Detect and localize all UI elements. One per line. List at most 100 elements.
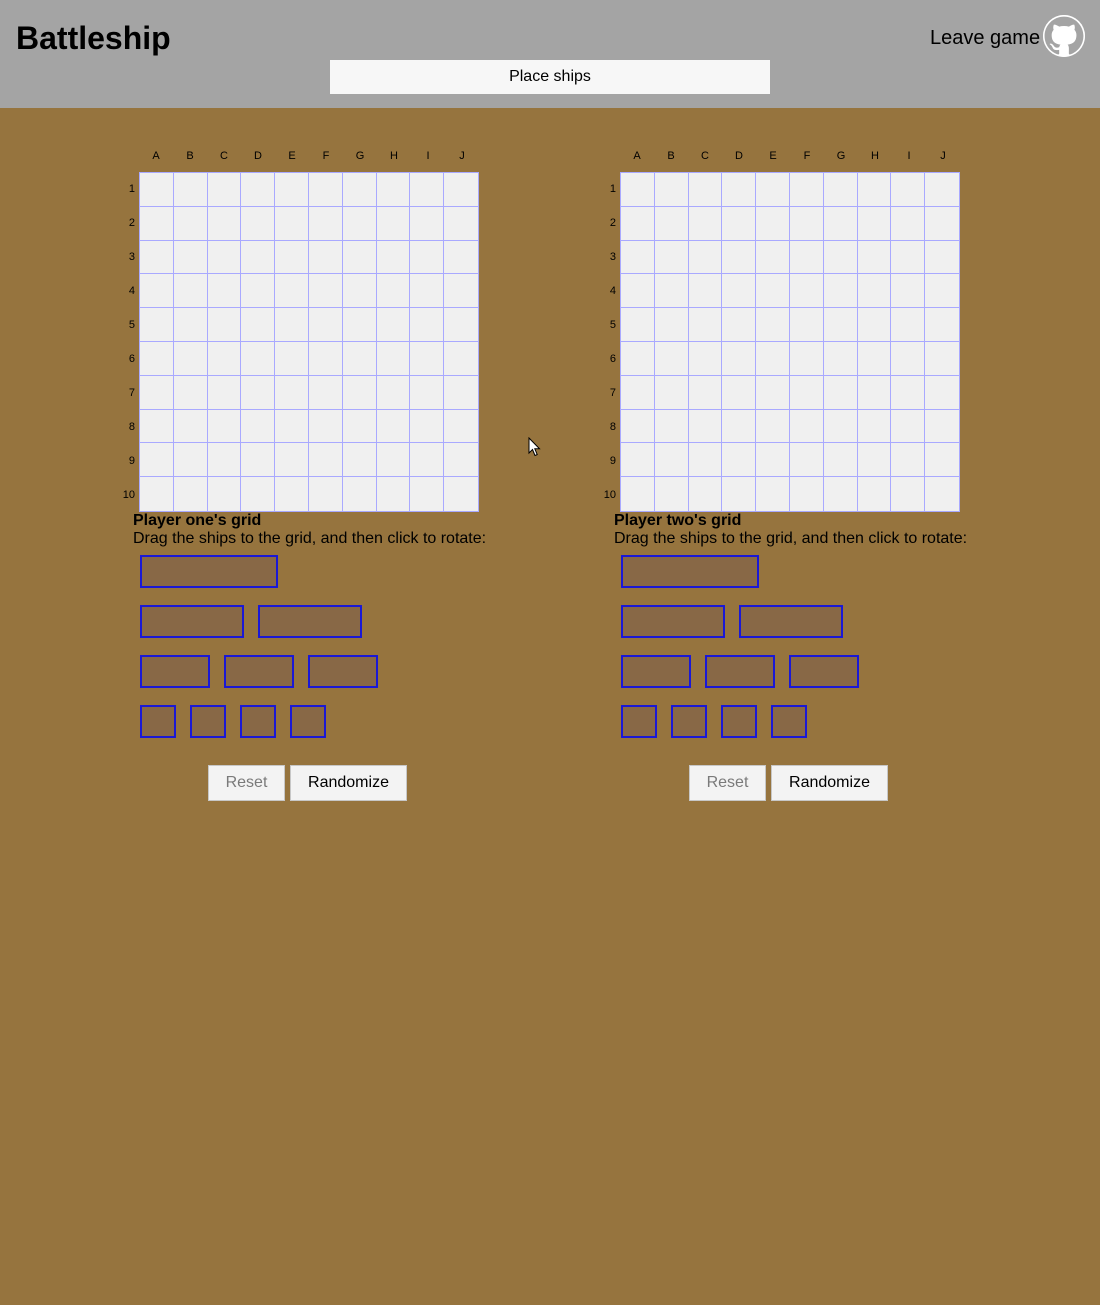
grid-cell[interactable] <box>925 240 959 275</box>
grid-cell[interactable] <box>376 375 411 410</box>
grid-cell[interactable] <box>654 477 689 511</box>
grid-cell[interactable] <box>789 443 824 478</box>
grid-cell[interactable] <box>823 341 858 376</box>
grid-cell[interactable] <box>857 477 892 511</box>
grid-cell[interactable] <box>444 341 478 376</box>
grid-cell[interactable] <box>376 308 411 342</box>
ship-3[interactable] <box>739 605 843 638</box>
grid-cell[interactable] <box>756 375 790 410</box>
grid-cell[interactable] <box>140 206 174 241</box>
grid-cell[interactable] <box>376 274 411 309</box>
grid-cell[interactable] <box>891 477 926 511</box>
grid-cell[interactable] <box>925 206 959 241</box>
ship-1[interactable] <box>140 705 176 738</box>
grid-cell[interactable] <box>823 206 858 241</box>
grid-cell[interactable] <box>173 477 208 511</box>
ship-3[interactable] <box>621 605 725 638</box>
ship-2[interactable] <box>621 655 691 688</box>
ship-1[interactable] <box>621 705 657 738</box>
grid-cell[interactable] <box>654 274 689 309</box>
grid-cell[interactable] <box>173 341 208 376</box>
grid-cell[interactable] <box>275 477 309 511</box>
grid-cell[interactable] <box>444 308 478 342</box>
grid-cell[interactable] <box>722 308 757 342</box>
grid-cell[interactable] <box>925 173 959 207</box>
grid-cell[interactable] <box>823 240 858 275</box>
grid-cell[interactable] <box>376 173 411 207</box>
grid-cell[interactable] <box>410 308 445 342</box>
grid-cell[interactable] <box>688 308 723 342</box>
grid-cell[interactable] <box>756 477 790 511</box>
grid-cell[interactable] <box>654 375 689 410</box>
grid-cell[interactable] <box>756 409 790 444</box>
grid-cell[interactable] <box>173 206 208 241</box>
grid-cell[interactable] <box>789 375 824 410</box>
grid-cell[interactable] <box>241 308 276 342</box>
grid-cell[interactable] <box>444 206 478 241</box>
grid-cell[interactable] <box>891 240 926 275</box>
grid-cell[interactable] <box>410 341 445 376</box>
grid-cell[interactable] <box>621 409 655 444</box>
grid-cell[interactable] <box>410 409 445 444</box>
grid-cell[interactable] <box>925 341 959 376</box>
grid-cell[interactable] <box>140 308 174 342</box>
grid-cell[interactable] <box>789 240 824 275</box>
grid-cell[interactable] <box>342 443 377 478</box>
grid-cell[interactable] <box>376 409 411 444</box>
grid-cell[interactable] <box>275 240 309 275</box>
grid-cell[interactable] <box>688 375 723 410</box>
grid-cell[interactable] <box>444 274 478 309</box>
grid-cell[interactable] <box>654 341 689 376</box>
grid-cell[interactable] <box>891 274 926 309</box>
randomize-button[interactable]: Randomize <box>771 765 888 801</box>
grid-cell[interactable] <box>756 206 790 241</box>
grid-cell[interactable] <box>376 206 411 241</box>
grid-cell[interactable] <box>688 274 723 309</box>
grid-cell[interactable] <box>722 173 757 207</box>
grid-cell[interactable] <box>857 206 892 241</box>
grid-cell[interactable] <box>308 341 343 376</box>
ship-1[interactable] <box>290 705 326 738</box>
grid-cell[interactable] <box>342 274 377 309</box>
grid-cell[interactable] <box>308 173 343 207</box>
grid-cell[interactable] <box>207 375 242 410</box>
grid-cell[interactable] <box>275 206 309 241</box>
ship-1[interactable] <box>190 705 226 738</box>
grid-cell[interactable] <box>410 477 445 511</box>
grid-cell[interactable] <box>722 443 757 478</box>
grid-cell[interactable] <box>756 274 790 309</box>
grid-cell[interactable] <box>925 477 959 511</box>
grid-cell[interactable] <box>823 375 858 410</box>
grid-cell[interactable] <box>342 240 377 275</box>
grid-cell[interactable] <box>925 443 959 478</box>
grid-cell[interactable] <box>241 443 276 478</box>
reset-button[interactable]: Reset <box>689 765 766 801</box>
grid-cell[interactable] <box>241 173 276 207</box>
ship-4[interactable] <box>621 555 759 588</box>
grid-cell[interactable] <box>241 477 276 511</box>
player-two-grid[interactable] <box>620 172 960 512</box>
grid-cell[interactable] <box>789 477 824 511</box>
grid-cell[interactable] <box>342 477 377 511</box>
grid-cell[interactable] <box>275 341 309 376</box>
grid-cell[interactable] <box>925 308 959 342</box>
grid-cell[interactable] <box>173 443 208 478</box>
grid-cell[interactable] <box>241 375 276 410</box>
grid-cell[interactable] <box>308 240 343 275</box>
grid-cell[interactable] <box>688 206 723 241</box>
grid-cell[interactable] <box>342 308 377 342</box>
grid-cell[interactable] <box>308 443 343 478</box>
ship-2[interactable] <box>224 655 294 688</box>
grid-cell[interactable] <box>241 409 276 444</box>
grid-cell[interactable] <box>173 274 208 309</box>
grid-cell[interactable] <box>444 240 478 275</box>
grid-cell[interactable] <box>654 206 689 241</box>
grid-cell[interactable] <box>857 308 892 342</box>
grid-cell[interactable] <box>410 206 445 241</box>
ship-3[interactable] <box>258 605 362 638</box>
grid-cell[interactable] <box>308 409 343 444</box>
grid-cell[interactable] <box>823 173 858 207</box>
grid-cell[interactable] <box>308 308 343 342</box>
grid-cell[interactable] <box>308 206 343 241</box>
grid-cell[interactable] <box>654 308 689 342</box>
